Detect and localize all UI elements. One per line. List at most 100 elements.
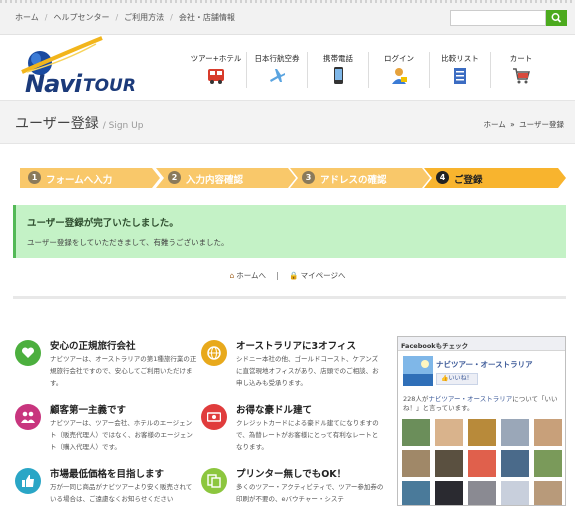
- step-1: 1 フォームへ入力: [20, 168, 160, 188]
- like-count-page-link[interactable]: ナビツアー・オーストラリア: [428, 395, 512, 403]
- lock-icon: 🔒: [289, 271, 299, 280]
- nav-divider: [307, 52, 308, 88]
- user-icon: [392, 68, 407, 84]
- feature-icon-circle: [15, 404, 41, 430]
- thumbs-up-icon: [22, 475, 34, 487]
- feature-no-printer: プリンター無しでもOK！ 多くのツアー・アクティビティで、ツアー参加券の印刷が不…: [201, 466, 384, 506]
- facebook-like-button[interactable]: 👍いいね！: [436, 373, 478, 385]
- home-link-label: ホームへ: [236, 271, 267, 280]
- nav-label: ログイン: [384, 54, 414, 63]
- fan-avatar[interactable]: [468, 450, 496, 477]
- nav-item-mobile[interactable]: 携帯電話: [310, 50, 366, 90]
- nav-item-cart[interactable]: カート: [493, 50, 549, 90]
- top-link-help[interactable]: ヘルプセンター: [53, 13, 109, 22]
- fan-avatar[interactable]: [435, 481, 463, 505]
- page-title-bar: ユーザー登録 / Sign Up ホーム » ユーザー登録: [0, 100, 575, 144]
- feature-description: シドニー本社の他、ゴールドコースト、ケアンズに直営現地オフィスがあり、店頭でのご…: [236, 355, 379, 387]
- decorative-dots: [0, 0, 575, 3]
- fan-avatar[interactable]: [534, 450, 562, 477]
- feature-customer-first: 顧客第一主義です ナビツアーは、ツアー会社、ホテルのエージェント（販売代理人）で…: [15, 402, 195, 454]
- bus-icon: [208, 69, 224, 84]
- globe-icon: [207, 346, 221, 360]
- fan-avatar[interactable]: [468, 419, 496, 446]
- site-logo[interactable]: Navi TOUR: [20, 36, 144, 98]
- feature-title: 顧客第一主義です: [50, 405, 127, 416]
- feature-description: クレジットカードによる豪ドル建てになりますので、為替レートがお客様にとって有利な…: [236, 419, 379, 451]
- airplane-icon: [270, 69, 285, 82]
- facebook-like-count: 228人がナビツアー・オーストラリアについて「いいね！」と言っています。: [403, 395, 563, 413]
- nav-item-login[interactable]: ログイン: [371, 50, 427, 90]
- search-button[interactable]: [546, 10, 567, 26]
- heart-icon: [21, 347, 35, 358]
- double-chevron-icon: »: [510, 120, 515, 129]
- fan-avatar[interactable]: [534, 419, 562, 446]
- divider: [13, 296, 566, 299]
- feature-licensed-agency: 安心の正規旅行会社 ナビツアーは、オーストラリアの第1種旅行業の正規旅行会社です…: [15, 338, 196, 390]
- fan-avatar[interactable]: [501, 481, 529, 505]
- nav-item-tour-hotel[interactable]: ツアー+ホテル: [188, 50, 244, 90]
- facebook-widget-header: Facebookもチェック: [398, 337, 565, 351]
- home-link[interactable]: ⌂ ホームへ: [229, 271, 266, 280]
- fan-avatar[interactable]: [402, 481, 430, 505]
- feature-offices: オーストラリアに3オフィス シドニー本社の他、ゴールドコースト、ケアンズに直営現…: [201, 338, 381, 390]
- fan-avatar[interactable]: [402, 450, 430, 477]
- progress-steps: 1 フォームへ入力 2 入力内容確認 3 アドレスの確認 4 ご登録: [20, 168, 566, 188]
- people-icon: [21, 411, 35, 423]
- money-icon: [207, 412, 221, 422]
- feature-icon-circle: [15, 340, 41, 366]
- page-subtitle: / Sign Up: [102, 121, 144, 131]
- feature-title: お得な豪ドル建て: [236, 405, 313, 416]
- fan-avatar[interactable]: [435, 450, 463, 477]
- top-link-usage[interactable]: ご利用方法: [124, 13, 164, 22]
- breadcrumb-home[interactable]: ホーム: [483, 120, 505, 129]
- mobile-phone-icon: [334, 67, 343, 84]
- fan-avatar[interactable]: [501, 419, 529, 446]
- nav-item-flights[interactable]: 日本行航空券: [249, 50, 305, 90]
- fan-avatar[interactable]: [402, 419, 430, 446]
- feature-title: オーストラリアに3オフィス: [236, 341, 356, 352]
- breadcrumb-current: ユーザー登録: [519, 120, 564, 129]
- search-box: [450, 10, 567, 26]
- fan-avatar[interactable]: [501, 450, 529, 477]
- fan-avatar[interactable]: [534, 481, 562, 505]
- link-separator: |: [276, 271, 279, 280]
- step-4: 4 ご登録: [424, 168, 566, 188]
- step-number: 4: [436, 171, 449, 184]
- fan-avatar[interactable]: [435, 419, 463, 446]
- feature-aud-pricing: お得な豪ドル建て クレジットカードによる豪ドル建てになりますので、為替レートがお…: [201, 402, 381, 454]
- step-2: 2 入力内容確認: [156, 168, 296, 188]
- cart-icon: [513, 68, 530, 84]
- nav-divider: [429, 52, 430, 88]
- fan-avatar[interactable]: [468, 481, 496, 505]
- alert-title: ユーザー登録が完了いたしました。: [27, 218, 179, 229]
- step-label: フォームへ入力: [46, 175, 113, 186]
- logo-navi-text: Navi: [25, 70, 82, 98]
- step-label: アドレスの確認: [320, 175, 387, 186]
- mypage-link[interactable]: 🔒 マイページへ: [289, 271, 345, 280]
- top-link-home[interactable]: ホーム: [15, 13, 39, 22]
- step-label: 入力内容確認: [186, 175, 244, 186]
- search-input[interactable]: [450, 10, 546, 26]
- facebook-widget: Facebookもチェック ナビツアー・オーストラリア 👍いいね！ 228人がナ…: [397, 336, 566, 506]
- step-3: 3 アドレスの確認: [290, 168, 430, 188]
- step-number: 3: [302, 171, 315, 184]
- nav-item-compare[interactable]: 比較リスト: [432, 50, 488, 90]
- feature-description: 多くのツアー・アクティビティで、ツアー参加券の印刷が不要の、eバウチャー・システ: [236, 483, 384, 503]
- page-title-text: ユーザー登録: [15, 116, 99, 132]
- alert-message: ユーザー登録をしていただきまして、有難うございました。: [27, 238, 229, 247]
- success-alert: ユーザー登録が完了いたしました。 ユーザー登録をしていただきまして、有難うござい…: [13, 205, 566, 258]
- page-title: ユーザー登録 / Sign Up: [15, 113, 143, 133]
- step-number: 2: [168, 171, 181, 184]
- feature-title: 市場最低価格を目指します: [50, 469, 165, 480]
- home-icon: ⌂: [229, 271, 235, 280]
- page-avatar-image: [403, 356, 433, 386]
- facebook-page-name[interactable]: ナビツアー・オーストラリア: [436, 359, 533, 370]
- top-link-company[interactable]: 会社・店舗情報: [179, 13, 235, 22]
- nav-label: ツアー+ホテル: [190, 54, 242, 63]
- feature-icon-circle: [15, 468, 41, 494]
- facebook-page-avatar[interactable]: [403, 356, 433, 386]
- feature-icon-circle: [201, 468, 227, 494]
- nav-divider: [368, 52, 369, 88]
- step-number: 1: [28, 171, 41, 184]
- mypage-link-label: マイページへ: [300, 271, 346, 280]
